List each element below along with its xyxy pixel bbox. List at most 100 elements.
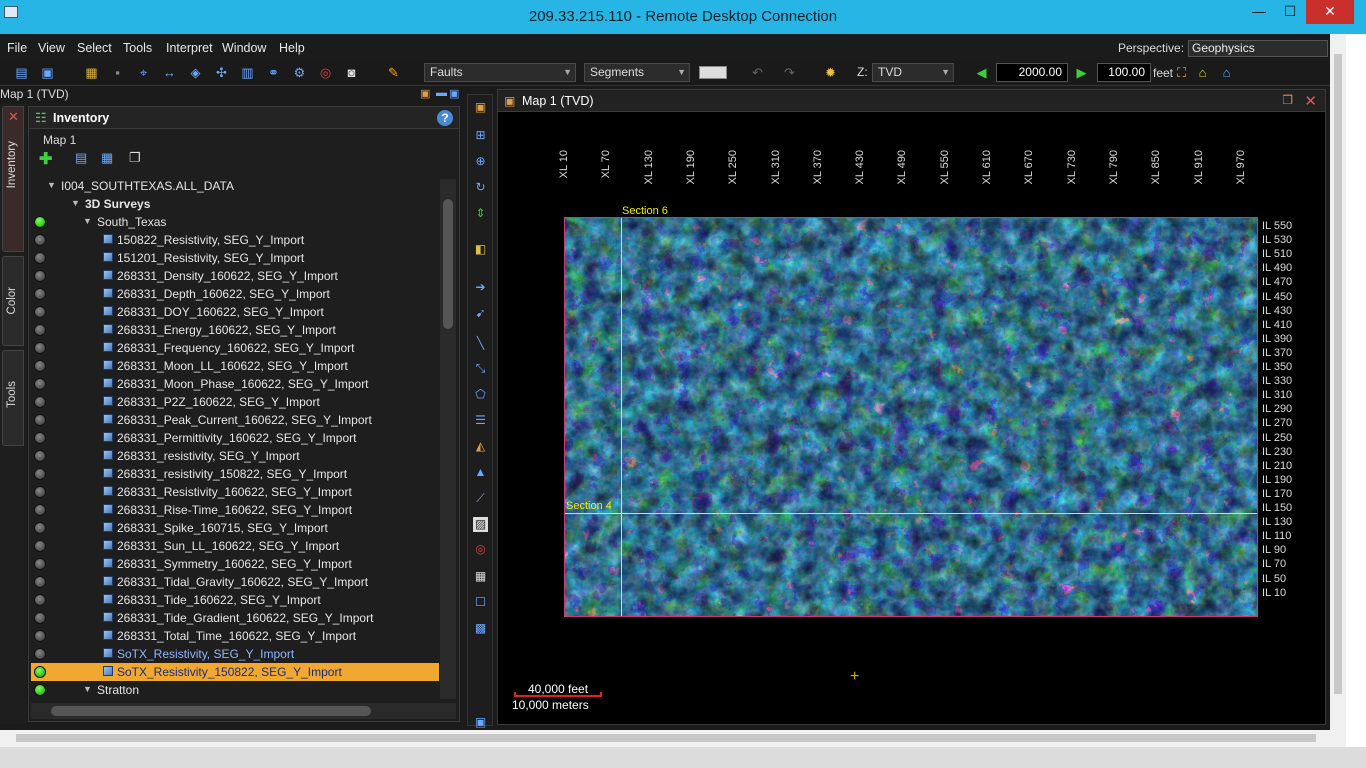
visibility-toggle-icon[interactable]	[34, 432, 46, 444]
color-swatch[interactable]	[699, 66, 727, 79]
measure-icon[interactable]: ⟋	[473, 491, 488, 506]
visibility-toggle-icon[interactable]	[34, 684, 46, 696]
visibility-toggle-icon[interactable]	[34, 666, 46, 678]
panel-menu-icon[interactable]: ▣	[420, 87, 430, 100]
tree-item[interactable]: 268331_resistivity_150822, SEG_Y_Import	[31, 465, 439, 483]
expand-icon[interactable]: ▼	[83, 684, 92, 694]
layer-icon[interactable]: ▥	[240, 65, 255, 80]
depth-input[interactable]: 2000.00	[996, 63, 1068, 82]
undo-icon[interactable]: ↶	[750, 65, 765, 80]
step-back-icon[interactable]: ◀	[974, 65, 989, 80]
section-4-line[interactable]	[565, 513, 1257, 514]
tree-item[interactable]: 268331_Frequency_160622, SEG_Y_Import	[31, 339, 439, 357]
visibility-toggle-icon[interactable]	[34, 252, 46, 264]
visibility-toggle-icon[interactable]	[34, 306, 46, 318]
tree-item[interactable]: 268331_Total_Time_160622, SEG_Y_Import	[31, 627, 439, 645]
polyline-icon[interactable]: ⤡	[473, 361, 488, 376]
visibility-toggle-icon[interactable]	[34, 288, 46, 300]
visibility-toggle-icon[interactable]	[34, 396, 46, 408]
redo-icon[interactable]: ↷	[782, 65, 797, 80]
sun-icon[interactable]: ✹	[823, 65, 838, 80]
tree-item[interactable]: 268331_resistivity, SEG_Y_Import	[31, 447, 439, 465]
visibility-toggle-icon[interactable]	[34, 270, 46, 282]
tree-group-3d-surveys[interactable]: ▼ 3D Surveys	[31, 195, 439, 213]
tree-item[interactable]: SoTX_Resistivity_150822, SEG_Y_Import	[31, 663, 439, 681]
tree-item[interactable]: 268331_Peak_Current_160622, SEG_Y_Import	[31, 411, 439, 429]
tree-vertical-scrollbar[interactable]	[440, 179, 456, 699]
menu-tools[interactable]: Tools	[123, 41, 152, 55]
close-button[interactable]: ✕	[1306, 0, 1354, 24]
lock-icon[interactable]: ▪	[110, 65, 125, 80]
expand-icon[interactable]: ▼	[83, 216, 92, 226]
visibility-toggle-icon[interactable]	[34, 378, 46, 390]
perspective-select[interactable]: Geophysics	[1188, 40, 1328, 57]
line-tool-icon[interactable]: ╲	[473, 336, 488, 351]
tree-item[interactable]: 268331_Tide_160622, SEG_Y_Import	[31, 591, 439, 609]
seismic-attribute-map[interactable]	[564, 217, 1258, 617]
segments-select[interactable]: Segments ▼	[584, 63, 690, 82]
list-icon[interactable]: ▤	[75, 150, 87, 166]
add-icon[interactable]: ✚	[39, 149, 52, 169]
tree-item[interactable]: SoTX_Resistivity, SEG_Y_Import	[31, 645, 439, 663]
new-icon[interactable]: ▤	[14, 65, 29, 80]
tree-survey-stratton[interactable]: ▼ Stratton	[31, 681, 439, 699]
tree-item[interactable]: 268331_Energy_160622, SEG_Y_Import	[31, 321, 439, 339]
layer-tool-icon[interactable]: ◧	[473, 242, 488, 257]
map-close-icon[interactable]: ✕	[1304, 92, 1317, 110]
menu-help[interactable]: Help	[279, 41, 305, 55]
tree-item[interactable]: 268331_Density_160622, SEG_Y_Import	[31, 267, 439, 285]
tree-project[interactable]: ▼ I004_SOUTHTEXAS.ALL_DATA	[31, 177, 439, 195]
stack-icon[interactable]: ☰	[473, 413, 488, 428]
zoom-icon[interactable]: ⛶	[1174, 65, 1189, 80]
tree-item[interactable]: 268331_DOY_160622, SEG_Y_Import	[31, 303, 439, 321]
expand-icon[interactable]: ▼	[47, 180, 56, 190]
menu-file[interactable]: File	[7, 41, 27, 55]
visibility-toggle-icon[interactable]	[34, 450, 46, 462]
visibility-toggle-icon[interactable]	[34, 468, 46, 480]
select-tool-icon[interactable]: ▣	[473, 100, 488, 115]
erase-icon[interactable]: ◈	[188, 65, 203, 80]
visibility-toggle-icon[interactable]	[34, 360, 46, 372]
tree-item[interactable]: 268331_Tide_Gradient_160622, SEG_Y_Impor…	[31, 609, 439, 627]
close-tab-icon[interactable]: ✕	[8, 109, 19, 125]
minimize-button[interactable]: —	[1243, 0, 1275, 24]
visibility-toggle-icon[interactable]	[34, 522, 46, 534]
snapshot-icon[interactable]: ▨	[473, 517, 488, 532]
pick-icon[interactable]: ⌖	[136, 65, 151, 80]
paint-icon[interactable]: ◭	[473, 439, 488, 454]
restore-icon[interactable]: ❐	[1282, 93, 1293, 107]
tab-color[interactable]: Color	[2, 256, 24, 346]
tree-item[interactable]: 268331_Resistivity_160622, SEG_Y_Import	[31, 483, 439, 501]
visibility-toggle-icon[interactable]	[34, 630, 46, 642]
visibility-toggle-icon[interactable]	[34, 648, 46, 660]
panel-min-icon[interactable]: ▬	[436, 87, 447, 99]
visibility-toggle-icon[interactable]	[34, 504, 46, 516]
camera-icon[interactable]: ◙	[344, 65, 359, 80]
tab-inventory[interactable]: ✕ Inventory	[2, 106, 24, 252]
remote-vertical-scrollbar[interactable]	[1330, 34, 1346, 730]
visibility-toggle-icon[interactable]	[34, 594, 46, 606]
tree-item[interactable]: 268331_Spike_160715, SEG_Y_Import	[31, 519, 439, 537]
tree-item[interactable]: 268331_Rise-Time_160622, SEG_Y_Import	[31, 501, 439, 519]
export-icon[interactable]: ▦	[473, 569, 488, 584]
open-icon[interactable]: ▣	[40, 65, 55, 80]
visibility-toggle-icon[interactable]	[34, 414, 46, 426]
help-icon[interactable]: ?	[437, 110, 453, 126]
section-6-line[interactable]	[621, 218, 622, 616]
tree-item[interactable]: 268331_Moon_LL_160622, SEG_Y_Import	[31, 357, 439, 375]
panel-max-icon[interactable]: ▣	[449, 87, 459, 100]
visibility-toggle-icon[interactable]	[34, 540, 46, 552]
faults-select[interactable]: Faults ▼	[424, 63, 576, 82]
pencil-icon[interactable]: ✎	[386, 65, 401, 80]
scale-tool-icon[interactable]: ⇕	[473, 206, 488, 221]
visibility-toggle-icon[interactable]	[34, 234, 46, 246]
settings-icon[interactable]: ⚙	[292, 65, 307, 80]
tree-item[interactable]: 268331_Symmetry_160622, SEG_Y_Import	[31, 555, 439, 573]
tree-item[interactable]: 268331_Moon_Phase_160622, SEG_Y_Import	[31, 375, 439, 393]
remote-horizontal-scrollbar[interactable]	[0, 730, 1346, 747]
save-icon[interactable]: ▦	[84, 65, 99, 80]
move-icon[interactable]: ✣	[214, 65, 229, 80]
menu-select[interactable]: Select	[77, 41, 112, 55]
visibility-toggle-icon[interactable]	[34, 324, 46, 336]
link-icon[interactable]: ⚭	[266, 65, 281, 80]
